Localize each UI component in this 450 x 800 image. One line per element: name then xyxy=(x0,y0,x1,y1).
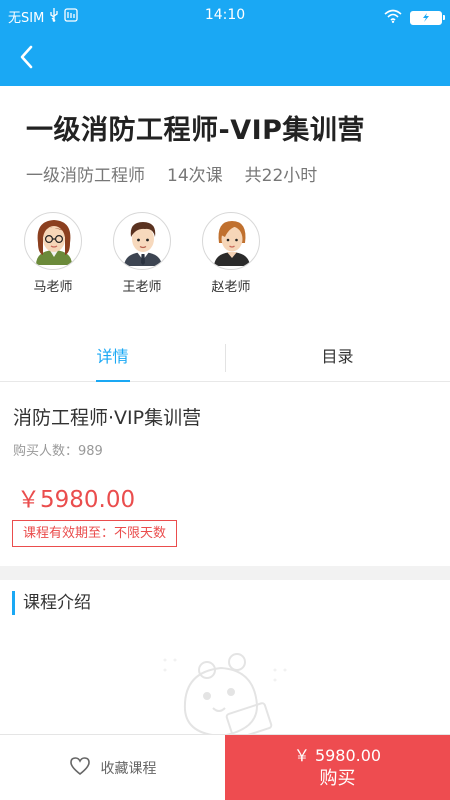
teacher-item[interactable]: 王老师 xyxy=(113,212,171,295)
product-price: ￥5980.00 xyxy=(17,487,136,513)
teacher-avatar xyxy=(24,212,82,270)
status-right xyxy=(384,8,445,27)
buy-button-label: 购买 xyxy=(319,768,356,789)
course-lessons: 14次课 xyxy=(167,166,223,186)
heart-icon xyxy=(69,756,91,780)
chevron-left-icon xyxy=(19,45,35,73)
back-button[interactable] xyxy=(10,42,44,76)
favorite-button[interactable]: 收藏课程 xyxy=(0,735,225,800)
battery-icon xyxy=(410,10,445,25)
wifi-icon xyxy=(384,8,402,27)
teacher-name: 赵老师 xyxy=(211,280,251,295)
teacher-item[interactable]: 赵老师 xyxy=(202,212,260,295)
teacher-avatar xyxy=(113,212,171,270)
teacher-name: 王老师 xyxy=(122,280,162,295)
tab-bar: 详情 目录 xyxy=(0,336,450,382)
buy-button[interactable]: ￥ 5980.00 购买 xyxy=(225,735,450,800)
teacher-list: 马老师 王老师 赵老师 xyxy=(24,212,260,295)
tab-details[interactable]: 详情 xyxy=(0,336,225,382)
status-bar: 无SIM 14:10 xyxy=(0,0,450,32)
tab-divider xyxy=(225,344,226,372)
teacher-avatar xyxy=(202,212,260,270)
product-name: 消防工程师·VIP集训营 xyxy=(13,407,202,429)
buy-button-price: ￥ 5980.00 xyxy=(293,746,382,765)
tab-catalog[interactable]: 目录 xyxy=(225,336,450,381)
section-divider xyxy=(0,566,450,580)
course-hours: 共22小时 xyxy=(244,166,318,186)
course-category: 一级消防工程师 xyxy=(26,166,145,186)
course-meta: 一级消防工程师 14次课 共22小时 xyxy=(26,161,317,186)
favorite-label: 收藏课程 xyxy=(100,761,157,777)
course-title: 一级消防工程师-VIP集训营 xyxy=(26,115,365,146)
empty-placeholder-illustration xyxy=(155,650,295,740)
nav-bar xyxy=(0,32,450,86)
teacher-item[interactable]: 马老师 xyxy=(24,212,82,295)
validity-badge: 课程有效期至：不限天数 xyxy=(12,520,178,547)
bottom-action-bar: 收藏课程 ￥ 5980.00 购买 xyxy=(0,734,450,800)
teacher-name: 马老师 xyxy=(33,280,73,295)
buyer-count: 购买人数：989 xyxy=(13,444,103,459)
status-time: 14:10 xyxy=(204,7,246,23)
intro-heading: 课程介绍 xyxy=(12,591,91,615)
